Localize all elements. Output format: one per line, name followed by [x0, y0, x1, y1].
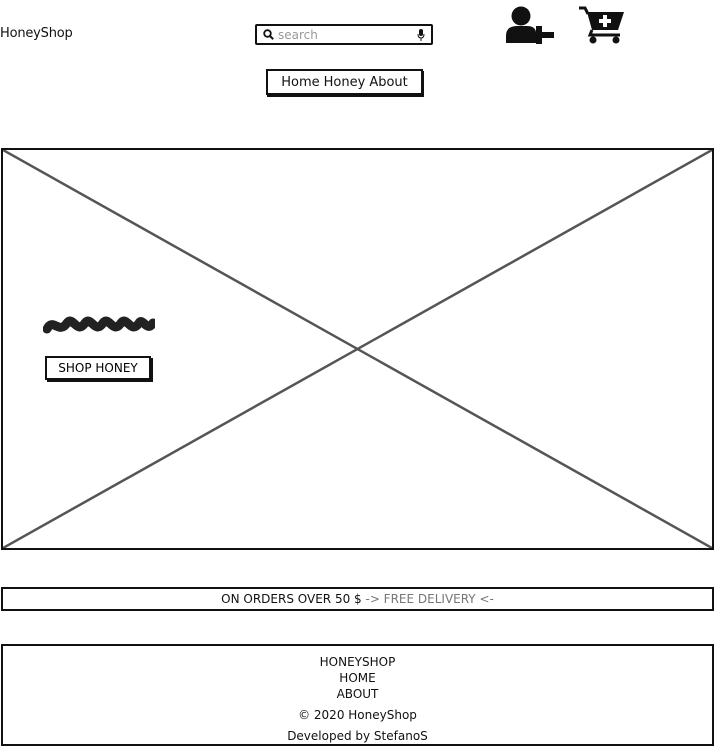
banner-text: ON ORDERS OVER 50 $: [221, 592, 366, 606]
footer: HONEYSHOP HOME ABOUT © 2020 HoneyShop De…: [1, 644, 714, 746]
banner-highlight: -> FREE DELIVERY <-: [365, 592, 494, 606]
nav-item-home[interactable]: Home: [281, 75, 319, 90]
footer-link-home[interactable]: HOME: [3, 670, 712, 686]
nav-item-honey[interactable]: Honey: [324, 75, 366, 90]
shop-honey-button[interactable]: SHOP HONEY: [45, 356, 151, 380]
hero-image-placeholder: SHOP HONEY: [1, 148, 714, 550]
search-icon: [263, 29, 274, 40]
microphone-icon[interactable]: [417, 28, 425, 41]
image-placeholder-cross: [3, 150, 712, 548]
add-to-cart-icon[interactable]: [578, 6, 626, 44]
search-bar: [255, 24, 433, 45]
search-input[interactable]: [278, 27, 408, 42]
footer-developer-credit: Developed by StefanoS: [287, 729, 428, 743]
main-nav: Home Honey About: [266, 69, 423, 95]
footer-link-honeyshop[interactable]: HONEYSHOP: [3, 654, 712, 670]
add-user-icon[interactable]: [505, 6, 555, 44]
footer-copyright: © 2020 HoneyShop: [298, 708, 417, 722]
nav-item-about[interactable]: About: [369, 75, 407, 90]
footer-link-about[interactable]: ABOUT: [3, 686, 712, 702]
free-delivery-banner: ON ORDERS OVER 50 $ -> FREE DELIVERY <-: [1, 587, 714, 611]
headline-scribble: [43, 316, 155, 334]
site-logo-text[interactable]: HoneyShop: [0, 26, 73, 41]
